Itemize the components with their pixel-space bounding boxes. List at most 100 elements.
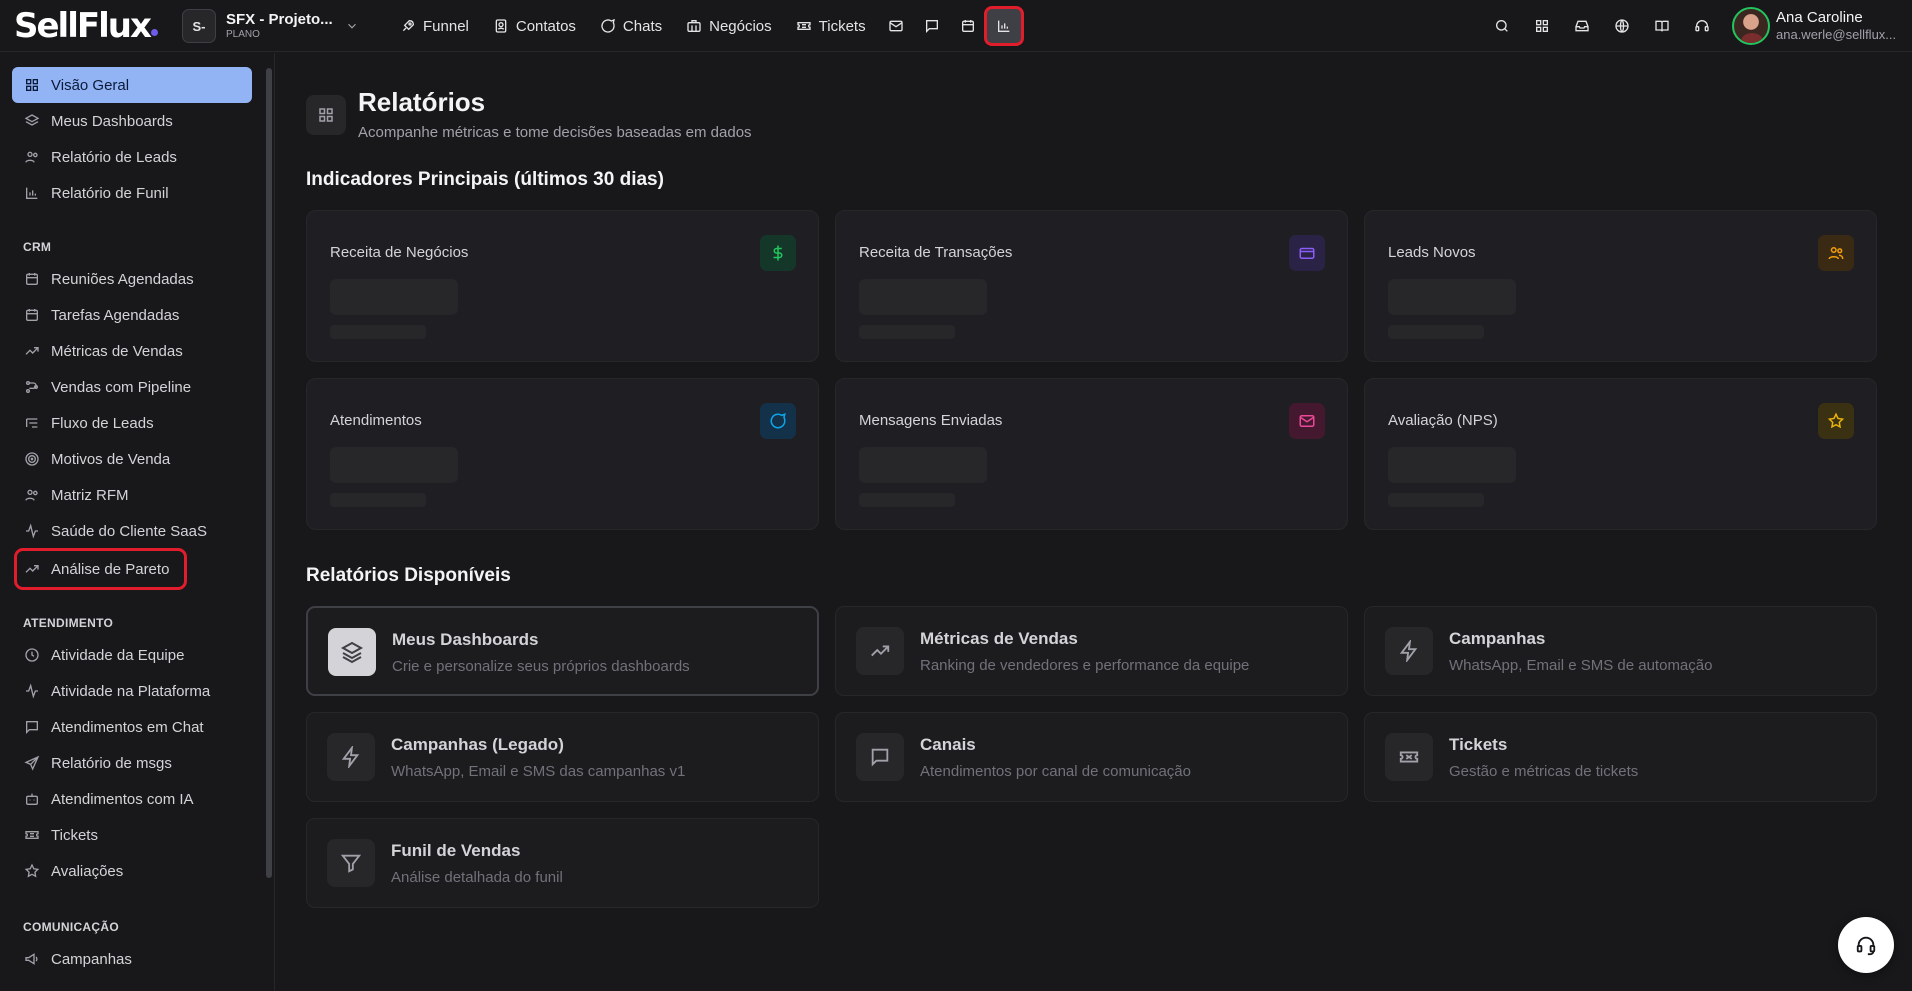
kpi-label: Leads Novos xyxy=(1388,244,1476,261)
nav-mail-button[interactable] xyxy=(878,8,914,44)
sidebar-item-relatorio-msgs[interactable]: Relatório de msgs xyxy=(12,745,252,781)
sidebar-item-motivos-venda[interactable]: Motivos de Venda xyxy=(12,441,252,477)
search-button[interactable] xyxy=(1482,10,1522,42)
nav-negocios-label: Negócios xyxy=(709,17,772,35)
user-menu[interactable]: Ana Caroline ana.werle@sellflux... xyxy=(1732,6,1896,46)
sidebar-item-tarefas[interactable]: Tarefas Agendadas xyxy=(12,297,252,333)
sidebar-item-label: Matriz RFM xyxy=(51,486,129,504)
bar-chart-icon xyxy=(996,18,1012,34)
sidebar-item-label: Reuniões Agendadas xyxy=(51,270,194,288)
headset-icon xyxy=(1694,18,1710,34)
nav-reports-button[interactable] xyxy=(983,6,1024,46)
mail-icon xyxy=(1298,412,1316,430)
sidebar-item-analise-pareto[interactable]: Análise de Pareto xyxy=(14,548,187,590)
kpi-icon-box xyxy=(760,235,796,271)
sidebar-item-atendimentos-chat[interactable]: Atendimentos em Chat xyxy=(12,709,252,745)
kpi-caption-skeleton xyxy=(330,325,426,339)
sellflux-logo[interactable]: SellFlux xyxy=(14,6,158,46)
sidebar-item-visao-geral[interactable]: Visão Geral xyxy=(12,67,252,103)
kpi-label: Receita de Transações xyxy=(859,244,1013,261)
sidebar-item-matriz-rfm[interactable]: Matriz RFM xyxy=(12,477,252,513)
project-selector[interactable]: S- SFX - Projeto... PLANO xyxy=(182,9,359,43)
sidebar-item-label: Métricas de Vendas xyxy=(51,342,183,360)
chat-icon xyxy=(600,18,623,34)
report-icon-box xyxy=(1385,733,1433,781)
page-subtitle: Acompanhe métricas e tome decisões basea… xyxy=(358,124,752,141)
sidebar-item-tickets[interactable]: Tickets xyxy=(12,817,252,853)
sidebar-item-atividade-equipe[interactable]: Atividade da Equipe xyxy=(12,637,252,673)
inbox-icon xyxy=(1574,18,1590,34)
report-title: Campanhas xyxy=(1449,629,1546,648)
sidebar-item-vendas-pipeline[interactable]: Vendas com Pipeline xyxy=(12,369,252,405)
kpi-value-skeleton xyxy=(1388,279,1516,315)
sidebar-item-label: Motivos de Venda xyxy=(51,450,171,468)
sidebar-item-meus-dashboards[interactable]: Meus Dashboards xyxy=(12,103,252,139)
sidebar-scrollbar-thumb[interactable] xyxy=(266,68,272,878)
main-content: Relatórios Acompanhe métricas e tome dec… xyxy=(275,53,1912,991)
sidebar-item-atividade-plataforma[interactable]: Atividade na Plataforma xyxy=(12,673,252,709)
inbox-button[interactable] xyxy=(1562,10,1602,42)
sidebar-item-metricas-vendas[interactable]: Métricas de Vendas xyxy=(12,333,252,369)
report-card-campanhas[interactable]: Campanhas WhatsApp, Email e SMS de autom… xyxy=(1364,606,1877,696)
nav-funnel[interactable]: Funnel xyxy=(388,10,481,42)
kpi-icon-box xyxy=(1289,403,1325,439)
message-square-icon xyxy=(24,719,51,735)
report-description: Ranking de vendedores e performance da e… xyxy=(920,657,1250,674)
message-square-icon xyxy=(869,746,891,768)
sidebar-item-campanhas[interactable]: Campanhas xyxy=(12,941,252,977)
nav-contatos-label: Contatos xyxy=(515,17,576,35)
nav-chats-label: Chats xyxy=(622,17,663,35)
nav-negocios[interactable]: Negócios xyxy=(674,10,784,42)
report-card-tickets[interactable]: Tickets Gestão e métricas de tickets xyxy=(1364,712,1877,802)
report-icon-box xyxy=(327,839,375,887)
sidebar-section-atendimento: ATENDIMENTO xyxy=(23,616,114,630)
sidebar-item-atendimentos-ia[interactable]: Atendimentos com IA xyxy=(12,781,252,817)
sidebar-item-relatorio-funil[interactable]: Relatório de Funil xyxy=(12,175,252,211)
kpi-label: Mensagens Enviadas xyxy=(859,412,1003,429)
report-card-meus-dashboards[interactable]: Meus Dashboards Crie e personalize seus … xyxy=(306,606,819,696)
language-button[interactable] xyxy=(1602,10,1642,42)
top-right-actions xyxy=(1482,10,1722,42)
apps-button[interactable] xyxy=(1522,10,1562,42)
sidebar-item-label: Tickets xyxy=(51,826,98,844)
report-title: Meus Dashboards xyxy=(392,630,539,649)
docs-button[interactable] xyxy=(1642,10,1682,42)
report-card-metricas-vendas[interactable]: Métricas de Vendas Ranking de vendedores… xyxy=(835,606,1348,696)
sidebar-item-saude-cliente[interactable]: Saúde do Cliente SaaS xyxy=(12,513,252,549)
kpi-card-receita-transacoes: Receita de Transações xyxy=(835,210,1348,362)
activity-icon xyxy=(24,523,51,539)
filter-icon xyxy=(340,852,362,874)
sidebar-item-label: Tarefas Agendadas xyxy=(51,306,180,324)
report-card-canais[interactable]: Canais Atendimentos por canal de comunic… xyxy=(835,712,1348,802)
kpi-card-avaliacao-nps: Avaliação (NPS) xyxy=(1364,378,1877,530)
nav-calendar-button[interactable] xyxy=(950,8,986,44)
nav-tickets[interactable]: Tickets xyxy=(784,10,878,42)
pipeline-icon xyxy=(24,379,51,395)
calendar-icon xyxy=(960,18,976,34)
sidebar-item-label: Atendimentos em Chat xyxy=(51,718,204,736)
sidebar-item-label: Análise de Pareto xyxy=(51,560,170,578)
sidebar-item-reunioes[interactable]: Reuniões Agendadas xyxy=(12,261,252,297)
trending-up-icon xyxy=(24,561,51,577)
report-card-funil-vendas[interactable]: Funil de Vendas Análise detalhada do fun… xyxy=(306,818,819,908)
ticket-icon xyxy=(1398,746,1420,768)
nav-contatos[interactable]: Contatos xyxy=(481,10,588,42)
sidebar-item-label: Campanhas xyxy=(51,950,132,968)
report-card-campanhas-legado[interactable]: Campanhas (Legado) WhatsApp, Email e SMS… xyxy=(306,712,819,802)
user-text: Ana Caroline ana.werle@sellflux... xyxy=(1776,9,1896,43)
dollar-icon xyxy=(769,244,787,262)
support-button[interactable] xyxy=(1682,10,1722,42)
nav-chats[interactable]: Chats xyxy=(588,10,674,42)
sidebar-item-fluxo-leads[interactable]: Fluxo de Leads xyxy=(12,405,252,441)
contacts-icon xyxy=(493,18,516,34)
kpi-icon-box xyxy=(760,403,796,439)
nav-funnel-label: Funnel xyxy=(423,17,469,35)
nav-messages-button[interactable] xyxy=(914,8,950,44)
sidebar-item-relatorio-leads[interactable]: Relatório de Leads xyxy=(12,139,252,175)
report-title: Campanhas (Legado) xyxy=(391,735,564,754)
report-title: Canais xyxy=(920,735,976,754)
send-icon xyxy=(24,755,51,771)
report-description: Gestão e métricas de tickets xyxy=(1449,763,1639,780)
support-chat-button[interactable] xyxy=(1838,917,1894,973)
sidebar-item-avaliacoes[interactable]: Avaliações xyxy=(12,853,252,889)
